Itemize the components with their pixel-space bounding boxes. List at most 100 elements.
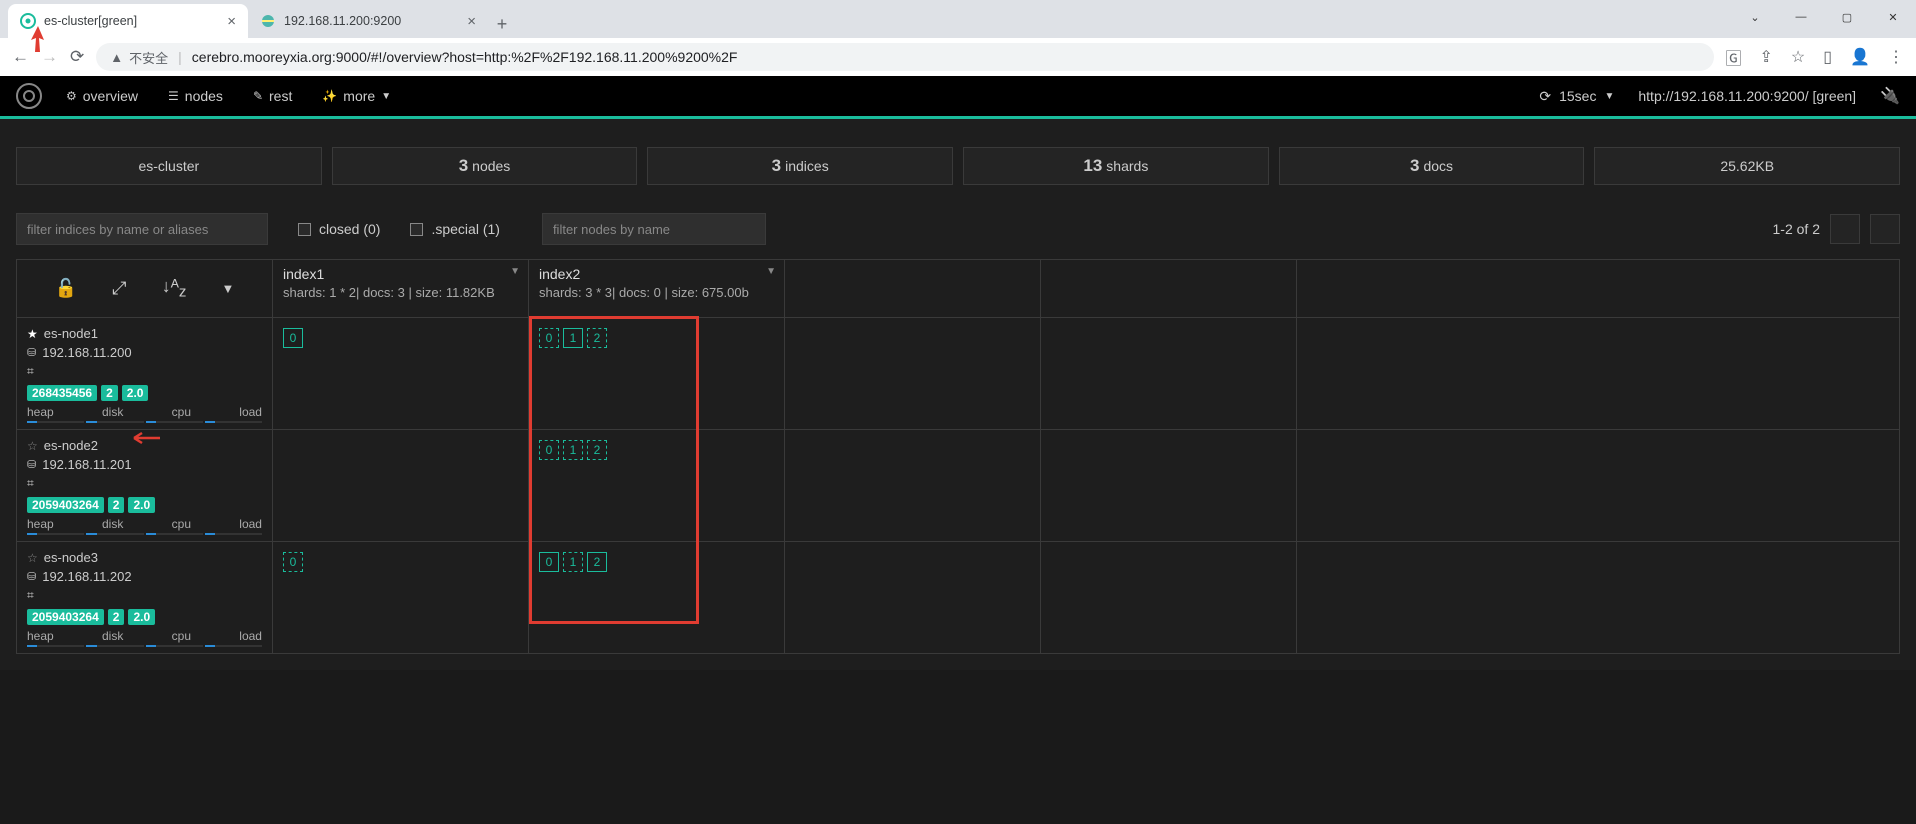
tab-title: 192.168.11.200:9200 bbox=[284, 14, 401, 28]
shard-cell: 0 bbox=[273, 542, 529, 653]
index-header[interactable]: index1shards: 1 * 2| docs: 3 | size: 11.… bbox=[273, 260, 529, 317]
closed-checkbox[interactable]: closed (0) bbox=[298, 221, 380, 237]
grid-header-row: 🔓 ⤢ ↓ᴬᴢ ▼ index1shards: 1 * 2| docs: 3 |… bbox=[17, 260, 1899, 318]
minimize-icon[interactable]: — bbox=[1778, 0, 1824, 34]
reload-icon[interactable]: ⟳ bbox=[70, 47, 84, 67]
shard[interactable]: 2 bbox=[587, 328, 607, 348]
node-ip: 192.168.11.201 bbox=[42, 457, 131, 472]
shard[interactable]: 0 bbox=[283, 552, 303, 572]
disk-icon: ⛁ bbox=[27, 458, 36, 471]
stat-cluster[interactable]: es-cluster bbox=[16, 147, 322, 185]
lock-icon[interactable]: 🔓 bbox=[55, 278, 77, 299]
stat-nodes[interactable]: 3nodes bbox=[332, 147, 638, 185]
shard[interactable]: 0 bbox=[539, 552, 559, 572]
node-ip: 192.168.11.202 bbox=[42, 569, 131, 584]
nav-nodes[interactable]: ☰nodes bbox=[168, 88, 223, 104]
tab-title: es-cluster[green] bbox=[44, 14, 137, 28]
close-icon[interactable]: × bbox=[227, 13, 236, 30]
shard[interactable]: 1 bbox=[563, 440, 583, 460]
shard-cell bbox=[273, 430, 529, 541]
shard-cell: 012 bbox=[529, 542, 785, 653]
node-row: ★es-node1 ⛁192.168.11.200 ⌗ 26843545622.… bbox=[17, 318, 1899, 430]
security-warning[interactable]: ▲ 不安全 bbox=[110, 48, 168, 67]
sitemap-icon: ⚙ bbox=[66, 89, 77, 103]
stat-size[interactable]: 25.62KB bbox=[1594, 147, 1900, 185]
chevron-down-icon[interactable]: ▼ bbox=[766, 266, 776, 277]
annotation-arrow bbox=[26, 24, 50, 59]
maximize-icon[interactable]: ▢ bbox=[1824, 0, 1870, 34]
expand-icon[interactable]: ⤢ bbox=[112, 278, 126, 299]
node-cell[interactable]: ☆es-node3 ⛁192.168.11.202 ⌗ 205940326422… bbox=[17, 542, 273, 653]
nav-overview[interactable]: ⚙overview bbox=[66, 88, 138, 104]
shard[interactable]: 2 bbox=[587, 440, 607, 460]
plug-icon[interactable]: 🔌 bbox=[1880, 86, 1900, 106]
chevron-down-icon[interactable]: ⌄ bbox=[1732, 0, 1778, 34]
chevron-down-icon[interactable]: ▼ bbox=[222, 281, 235, 296]
profile-icon[interactable]: 👤 bbox=[1850, 47, 1870, 67]
shard[interactable]: 0 bbox=[539, 328, 559, 348]
node-cell[interactable]: ☆es-node2 ⛁192.168.11.201 ⌗ 205940326422… bbox=[17, 430, 273, 541]
toolbar-icons: 🄶 ⇪ ☆ ▯ 👤 ⋮ bbox=[1726, 45, 1905, 69]
reader-icon[interactable]: ▯ bbox=[1823, 47, 1832, 67]
stats-row: es-cluster 3nodes 3indices 13shards 3doc… bbox=[16, 147, 1900, 185]
translate-icon[interactable]: 🄶 bbox=[1726, 45, 1742, 69]
crop-icon: ⌗ bbox=[27, 588, 34, 603]
url-text: cerebro.mooreyxia.org:9000/#!/overview?h… bbox=[192, 49, 738, 65]
url-input[interactable]: ▲ 不安全 | cerebro.mooreyxia.org:9000/#!/ov… bbox=[96, 43, 1713, 71]
host-label[interactable]: http://192.168.11.200:9200/ [green] bbox=[1638, 88, 1856, 104]
overview-content: es-cluster 3nodes 3indices 13shards 3doc… bbox=[0, 119, 1916, 670]
chevron-down-icon: ▼ bbox=[1604, 91, 1614, 102]
node-row: ☆es-node2 ⛁192.168.11.201 ⌗ 205940326422… bbox=[17, 430, 1899, 542]
badge: 268435456 bbox=[27, 385, 97, 401]
share-icon[interactable]: ⇪ bbox=[1760, 47, 1773, 67]
close-window-icon[interactable]: ✕ bbox=[1870, 0, 1916, 34]
close-icon[interactable]: × bbox=[467, 13, 476, 30]
index-header[interactable]: index2shards: 3 * 3| docs: 0 | size: 675… bbox=[529, 260, 785, 317]
shards-grid: 🔓 ⤢ ↓ᴬᴢ ▼ index1shards: 1 * 2| docs: 3 |… bbox=[16, 259, 1900, 654]
wand-icon: ✨ bbox=[322, 89, 337, 103]
pager-next[interactable] bbox=[1870, 214, 1900, 244]
app-header: ⚙overview ☰nodes ✎rest ✨more▼ ⟳15sec▼ ht… bbox=[0, 76, 1916, 116]
checkbox-icon bbox=[410, 223, 423, 236]
shard[interactable]: 0 bbox=[539, 440, 559, 460]
shard[interactable]: 1 bbox=[563, 328, 583, 348]
shard-cell: 0 bbox=[273, 318, 529, 429]
crop-icon: ⌗ bbox=[27, 364, 34, 379]
badge: 2 bbox=[101, 385, 118, 401]
chevron-down-icon: ▼ bbox=[381, 91, 391, 102]
stat-docs[interactable]: 3docs bbox=[1279, 147, 1585, 185]
badge: 2059403264 bbox=[27, 609, 104, 625]
star-icon: ★ bbox=[27, 327, 38, 341]
bookmark-icon[interactable]: ☆ bbox=[1791, 47, 1805, 67]
favicon-icon bbox=[260, 13, 276, 29]
pager: 1-2 of 2 bbox=[1773, 214, 1900, 244]
pager-label: 1-2 of 2 bbox=[1773, 221, 1820, 237]
shard[interactable]: 1 bbox=[563, 552, 583, 572]
refresh-interval[interactable]: ⟳15sec▼ bbox=[1539, 88, 1614, 105]
checkbox-icon bbox=[298, 223, 311, 236]
stat-indices[interactable]: 3indices bbox=[647, 147, 953, 185]
special-checkbox[interactable]: .special (1) bbox=[410, 221, 499, 237]
browser-tab[interactable]: 192.168.11.200:9200 × bbox=[248, 4, 488, 38]
node-ip: 192.168.11.200 bbox=[42, 345, 131, 360]
stat-shards[interactable]: 13shards bbox=[963, 147, 1269, 185]
menu-icon[interactable]: ⋮ bbox=[1888, 47, 1904, 67]
cerebro-logo-icon[interactable] bbox=[16, 83, 42, 109]
badge: 2.0 bbox=[128, 497, 155, 513]
sort-az-icon[interactable]: ↓ᴬᴢ bbox=[162, 276, 187, 301]
nav-rest[interactable]: ✎rest bbox=[253, 88, 292, 104]
badge: 2 bbox=[108, 609, 125, 625]
node-cell[interactable]: ★es-node1 ⛁192.168.11.200 ⌗ 26843545622.… bbox=[17, 318, 273, 429]
node-name: es-node1 bbox=[44, 326, 98, 341]
shard[interactable]: 2 bbox=[587, 552, 607, 572]
shard[interactable]: 0 bbox=[283, 328, 303, 348]
chevron-down-icon[interactable]: ▼ bbox=[510, 266, 520, 277]
filter-indices-input[interactable] bbox=[16, 213, 268, 245]
pager-prev[interactable] bbox=[1830, 214, 1860, 244]
filter-nodes-input[interactable] bbox=[542, 213, 766, 245]
nav-more[interactable]: ✨more▼ bbox=[322, 88, 391, 104]
node-row: ☆es-node3 ⛁192.168.11.202 ⌗ 205940326422… bbox=[17, 542, 1899, 653]
disk-icon: ⛁ bbox=[27, 346, 36, 359]
new-tab-button[interactable]: + bbox=[488, 10, 516, 38]
list-icon: ☰ bbox=[168, 89, 179, 103]
